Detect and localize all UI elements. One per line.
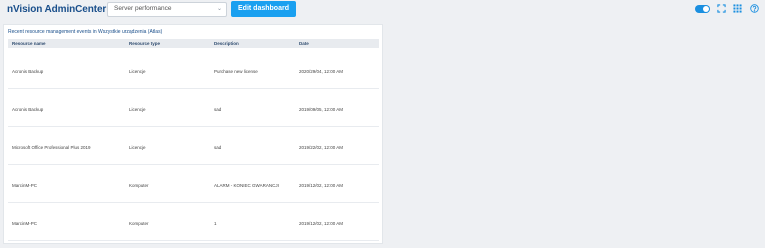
column-header-date[interactable]: Date [299, 41, 309, 46]
cell-description: Purchase new license [214, 69, 258, 74]
table-row[interactable]: Acronis Backup Licencje Purchase new lic… [8, 51, 379, 89]
cell-description: 1 [214, 221, 217, 226]
chevron-down-icon: ⌄ [216, 6, 222, 12]
table-header: Resource name Resource type Description … [8, 39, 379, 48]
cell-description: sad [214, 145, 222, 150]
cell-resource-name: Acronis Backup [12, 107, 44, 112]
cell-date: 2020/29/04, 12:00 AM [299, 69, 344, 74]
cell-resource-type: Licencje [129, 107, 146, 112]
edit-dashboard-button[interactable]: Edit dashboard [231, 1, 296, 17]
fullscreen-icon[interactable] [717, 4, 726, 13]
recent-events-panel: Recent resource management events in Wsz… [3, 24, 383, 244]
column-header-description[interactable]: Description [214, 41, 239, 46]
grid-icon[interactable] [733, 4, 742, 13]
top-bar: nVision AdminCenter Server performance ⌄… [0, 0, 765, 20]
cell-resource-name: MarcinM-PC [12, 183, 38, 188]
cell-resource-type: Komputer [129, 183, 149, 188]
help-icon[interactable] [750, 4, 759, 13]
panel-title: Recent resource management events in Wsz… [8, 29, 163, 35]
table-row[interactable]: MarcinM-PC Komputer ALARM - KONIEC GWARA… [8, 165, 379, 203]
cell-resource-type: Licencje [129, 145, 146, 150]
dashboard-select-value: Server performance [114, 5, 172, 12]
table-row[interactable]: Microsoft Office Professional Plus 2019 … [8, 127, 379, 165]
cell-date: 2019/22/02, 12:00 AM [299, 145, 344, 150]
toggle-switch[interactable] [695, 5, 710, 13]
column-header-resource-type[interactable]: Resource type [129, 41, 160, 46]
cell-date: 2019/12/02, 12:00 AM [299, 183, 344, 188]
cell-resource-name: MarcinM-PC [12, 221, 38, 226]
table-row[interactable]: MarcinM-PC Komputer 1 2019/12/02, 12:00 … [8, 203, 379, 241]
column-header-resource-name[interactable]: Resource name [12, 41, 46, 46]
cell-resource-name: Microsoft Office Professional Plus 2019 [12, 145, 91, 150]
dashboard-select[interactable]: Server performance ⌄ [107, 2, 227, 17]
toggle-knob [703, 6, 709, 12]
cell-resource-type: Licencje [129, 69, 146, 74]
cell-resource-type: Komputer [129, 221, 149, 226]
cell-resource-name: Acronis Backup [12, 69, 44, 74]
app-brand[interactable]: nVision AdminCenter [7, 4, 106, 15]
cell-date: 2019/12/02, 12:00 AM [299, 221, 344, 226]
table-row[interactable]: Acronis Backup Licencje sad 2019/09/05, … [8, 89, 379, 127]
cell-description: sad [214, 107, 222, 112]
cell-description: ALARM - KONIEC GWARANCJI [214, 183, 279, 188]
cell-date: 2019/09/05, 12:00 AM [299, 107, 344, 112]
